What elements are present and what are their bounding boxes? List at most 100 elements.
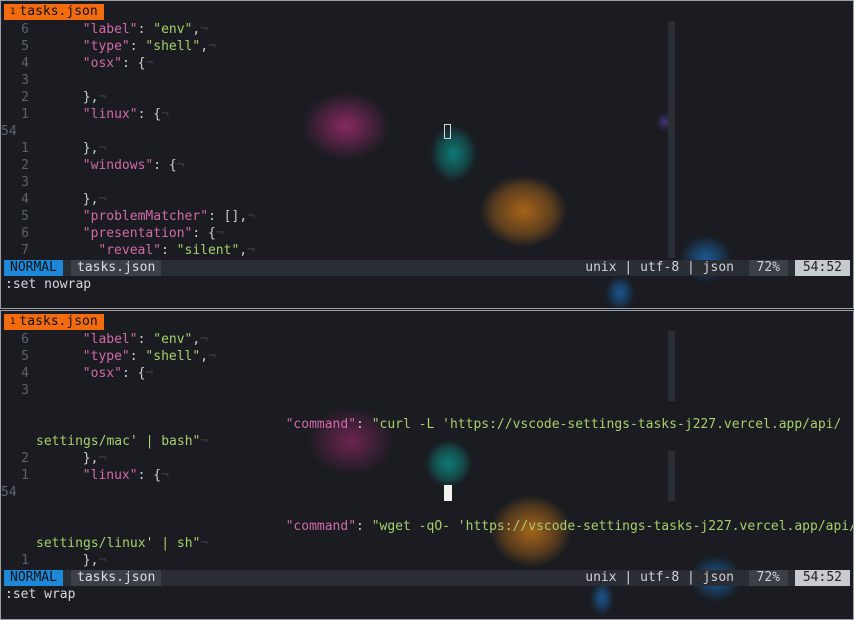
- command-line[interactable]: :set wrap: [5, 587, 75, 603]
- status-filename: tasks.json: [71, 570, 162, 586]
- punctuation: :: [137, 22, 154, 37]
- punctuation: :: [356, 417, 372, 432]
- line-number: 1: [21, 141, 29, 156]
- code-text: "command": "wget -qO- 'https://vscode-se…: [286, 518, 853, 535]
- tab-tasks-json[interactable]: 1 tasks.json: [4, 314, 104, 330]
- code-line[interactable]: 5 "type": "shell",¬: [1, 38, 853, 55]
- status-line: NORMAL tasks.json unix | utf-8 | json 72…: [4, 260, 850, 276]
- punctuation: : {: [121, 56, 146, 71]
- background-splash: [606, 276, 634, 308]
- line-number: 2: [21, 90, 29, 105]
- code-line[interactable]: 5 "type": "shell",¬: [1, 348, 853, 365]
- code-line[interactable]: 1 "linux": {¬: [1, 106, 853, 123]
- code-text: },¬: [83, 552, 106, 569]
- tab-index: 1: [10, 7, 16, 17]
- eol-marker: ¬: [98, 141, 107, 156]
- cursor-position: 54:52: [794, 260, 850, 276]
- code-text: settings/linux' | sh"¬: [36, 535, 208, 552]
- code-line[interactable]: 3: [1, 174, 853, 191]
- code-text: },¬: [83, 191, 106, 208]
- code-line[interactable]: 4 "osx": {¬: [1, 365, 853, 382]
- code-line[interactable]: 6 "label": "env",¬: [1, 331, 853, 348]
- code-text: "command": "curl -L 'https://vscode-sett…: [286, 416, 842, 433]
- scroll-percent: 72%: [748, 260, 788, 276]
- code-line[interactable]: 5 "problemMatcher": [],¬: [1, 208, 853, 225]
- code-line[interactable]: 6 "label": "env",¬: [1, 21, 853, 38]
- line-number: 5: [21, 39, 29, 54]
- punctuation: : {: [121, 366, 146, 381]
- scroll-percent: 72%: [748, 570, 788, 586]
- line-number: 4: [21, 366, 29, 381]
- json-key: "presentation": [82, 226, 193, 241]
- json-string: "curl -L 'https://vscode-settings-tasks-…: [371, 417, 842, 432]
- code-line[interactable]: "command": "wget -qO- 'https://vscode-se…: [1, 518, 853, 535]
- background-splash: [591, 581, 613, 615]
- line-number: 5: [21, 349, 29, 364]
- eol-marker: ¬: [145, 56, 154, 71]
- code-line[interactable]: settings/linux' | sh"¬: [1, 535, 853, 552]
- json-string: "silent": [176, 243, 240, 258]
- editor-pane-nowrap[interactable]: 1 tasks.json 6 "label": "env",¬ 5 "type": "s…: [0, 0, 854, 309]
- code-text: "osx": {¬: [83, 55, 153, 72]
- line-number: 3: [21, 175, 29, 190]
- code-text: },¬: [83, 140, 106, 157]
- line-number: 3: [21, 383, 29, 398]
- json-key: "reveal": [98, 243, 162, 258]
- eol-marker: ¬: [145, 366, 154, 381]
- punctuation: },: [82, 553, 99, 568]
- line-number: 2: [21, 158, 29, 173]
- json-string: "env": [153, 22, 193, 37]
- eol-marker: ¬: [200, 434, 209, 449]
- line-number: 7: [21, 243, 29, 258]
- editor-pane-wrap[interactable]: 1 tasks.json 6 "label": "env",¬ 5 "type": "s…: [0, 310, 854, 620]
- code-text: "type": "shell",¬: [83, 348, 216, 365]
- code-line[interactable]: 4 "osx": {¬: [1, 55, 853, 72]
- line-number: 54: [1, 485, 17, 500]
- code-line[interactable]: 1},¬: [1, 552, 853, 569]
- code-line[interactable]: 2 "windows": {¬: [1, 157, 853, 174]
- code-line[interactable]: 4},¬: [1, 191, 853, 208]
- punctuation: : {: [137, 468, 162, 483]
- json-string: settings/linux' | sh": [36, 536, 201, 551]
- tab-index: 1: [10, 317, 16, 327]
- code-line[interactable]: 3: [1, 72, 853, 89]
- code-line[interactable]: 1 },¬: [1, 140, 853, 157]
- json-key: "problemMatcher": [82, 209, 209, 224]
- code-line[interactable]: 2},¬: [1, 89, 853, 106]
- eol-marker: ¬: [215, 226, 224, 241]
- punctuation: :: [161, 243, 177, 258]
- eol-marker: ¬: [98, 553, 107, 568]
- command-line[interactable]: :set nowrap: [5, 277, 91, 293]
- code-text: "label": "env",¬: [83, 331, 208, 348]
- code-line[interactable]: 54: [1, 123, 853, 140]
- json-key: "type": [82, 39, 130, 54]
- code-text: "presentation": {¬: [83, 225, 224, 242]
- code-text: "reveal": "silent",¬: [98, 242, 255, 259]
- code-line[interactable]: 1 "linux": {¬: [1, 467, 853, 484]
- tab-tasks-json[interactable]: 1 tasks.json: [4, 4, 104, 20]
- code-line[interactable]: 7 "reveal": "silent",¬: [1, 242, 853, 259]
- code-line[interactable]: [1, 399, 853, 416]
- punctuation: : [],: [208, 209, 248, 224]
- tab-title: tasks.json: [19, 314, 98, 329]
- code-line[interactable]: 54: [1, 484, 853, 501]
- code-line[interactable]: 3: [1, 382, 853, 399]
- json-key: "label": [82, 22, 138, 37]
- eol-marker: ¬: [200, 22, 209, 37]
- eol-marker: ¬: [208, 349, 216, 364]
- code-line[interactable]: 6 "presentation": {¬: [1, 225, 853, 242]
- line-number: 2: [21, 451, 29, 466]
- code-line[interactable]: settings/mac' | bash"¬: [1, 433, 853, 450]
- code-text: settings/mac' | bash"¬: [36, 433, 208, 450]
- status-filename: tasks.json: [71, 260, 162, 276]
- eol-marker: ¬: [200, 332, 209, 347]
- eol-marker: ¬: [98, 192, 107, 207]
- line-number: 6: [21, 332, 29, 347]
- code-line[interactable]: 2},¬: [1, 450, 853, 467]
- punctuation: :: [137, 332, 154, 347]
- code-line[interactable]: "command": "curl -L 'https://vscode-sett…: [1, 416, 853, 433]
- code-line[interactable]: [1, 501, 853, 518]
- punctuation: : {: [137, 107, 162, 122]
- cursor: [444, 124, 451, 139]
- code-text: "windows": {¬: [83, 157, 185, 174]
